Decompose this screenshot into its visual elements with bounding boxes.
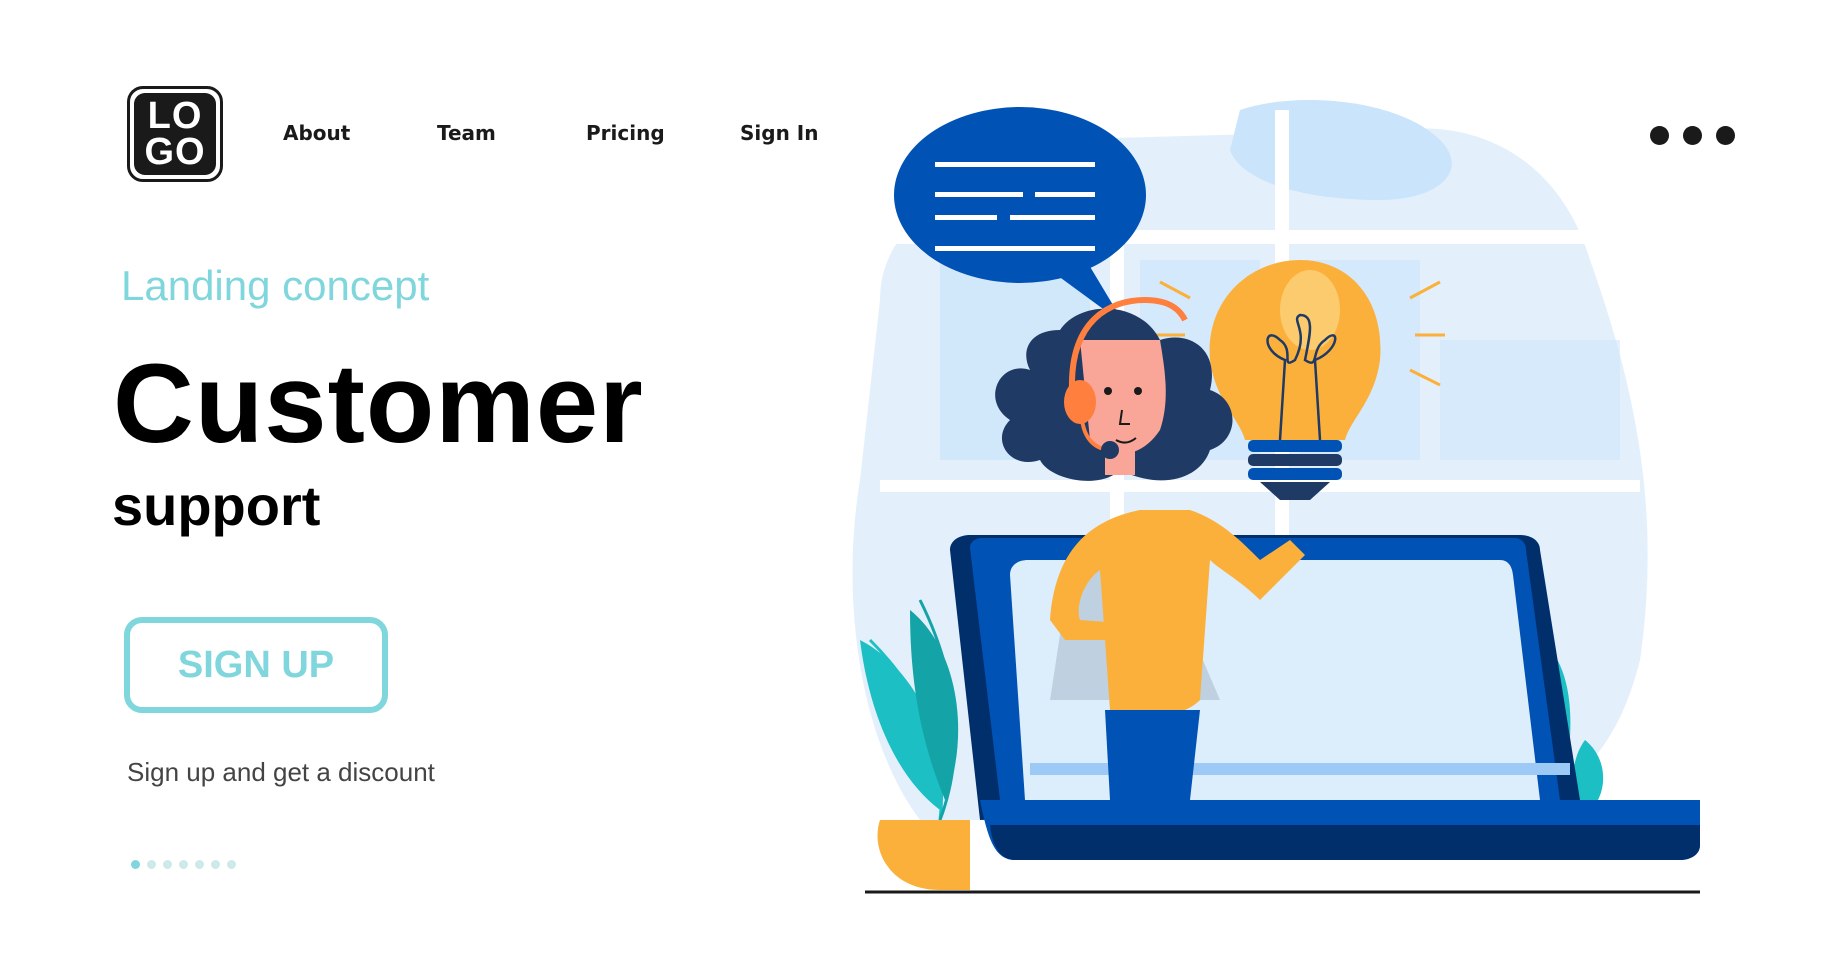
sign-up-button[interactable]: SIGN UP	[124, 617, 388, 713]
logo[interactable]: LO GO	[127, 86, 223, 182]
pagination-dot[interactable]	[147, 860, 156, 869]
nav-item-pricing[interactable]: Pricing	[586, 121, 665, 145]
sign-up-hint: Sign up and get a discount	[127, 757, 435, 787]
logo-text-line-2: GO	[144, 131, 206, 173]
logo-mark: LO GO	[134, 93, 216, 175]
pagination-dot[interactable]	[179, 860, 188, 869]
logo-text-line-1: LO	[147, 95, 203, 137]
pagination-dot[interactable]	[195, 860, 204, 869]
pagination-dot[interactable]	[211, 860, 220, 869]
pagination-dots	[131, 860, 236, 869]
pagination-dot[interactable]	[227, 860, 236, 869]
nav-item-about[interactable]: About	[283, 121, 350, 145]
hero-subtitle: support	[112, 474, 321, 537]
hero-illustration	[852, 100, 1700, 894]
pagination-dot[interactable]	[163, 860, 172, 869]
pagination-dot[interactable]	[131, 860, 140, 869]
eyebrow-text: Landing concept	[121, 262, 430, 309]
nav-item-sign-in[interactable]: Sign In	[740, 121, 818, 145]
nav-item-team[interactable]: Team	[437, 121, 496, 145]
hero-title: Customer	[113, 341, 644, 466]
